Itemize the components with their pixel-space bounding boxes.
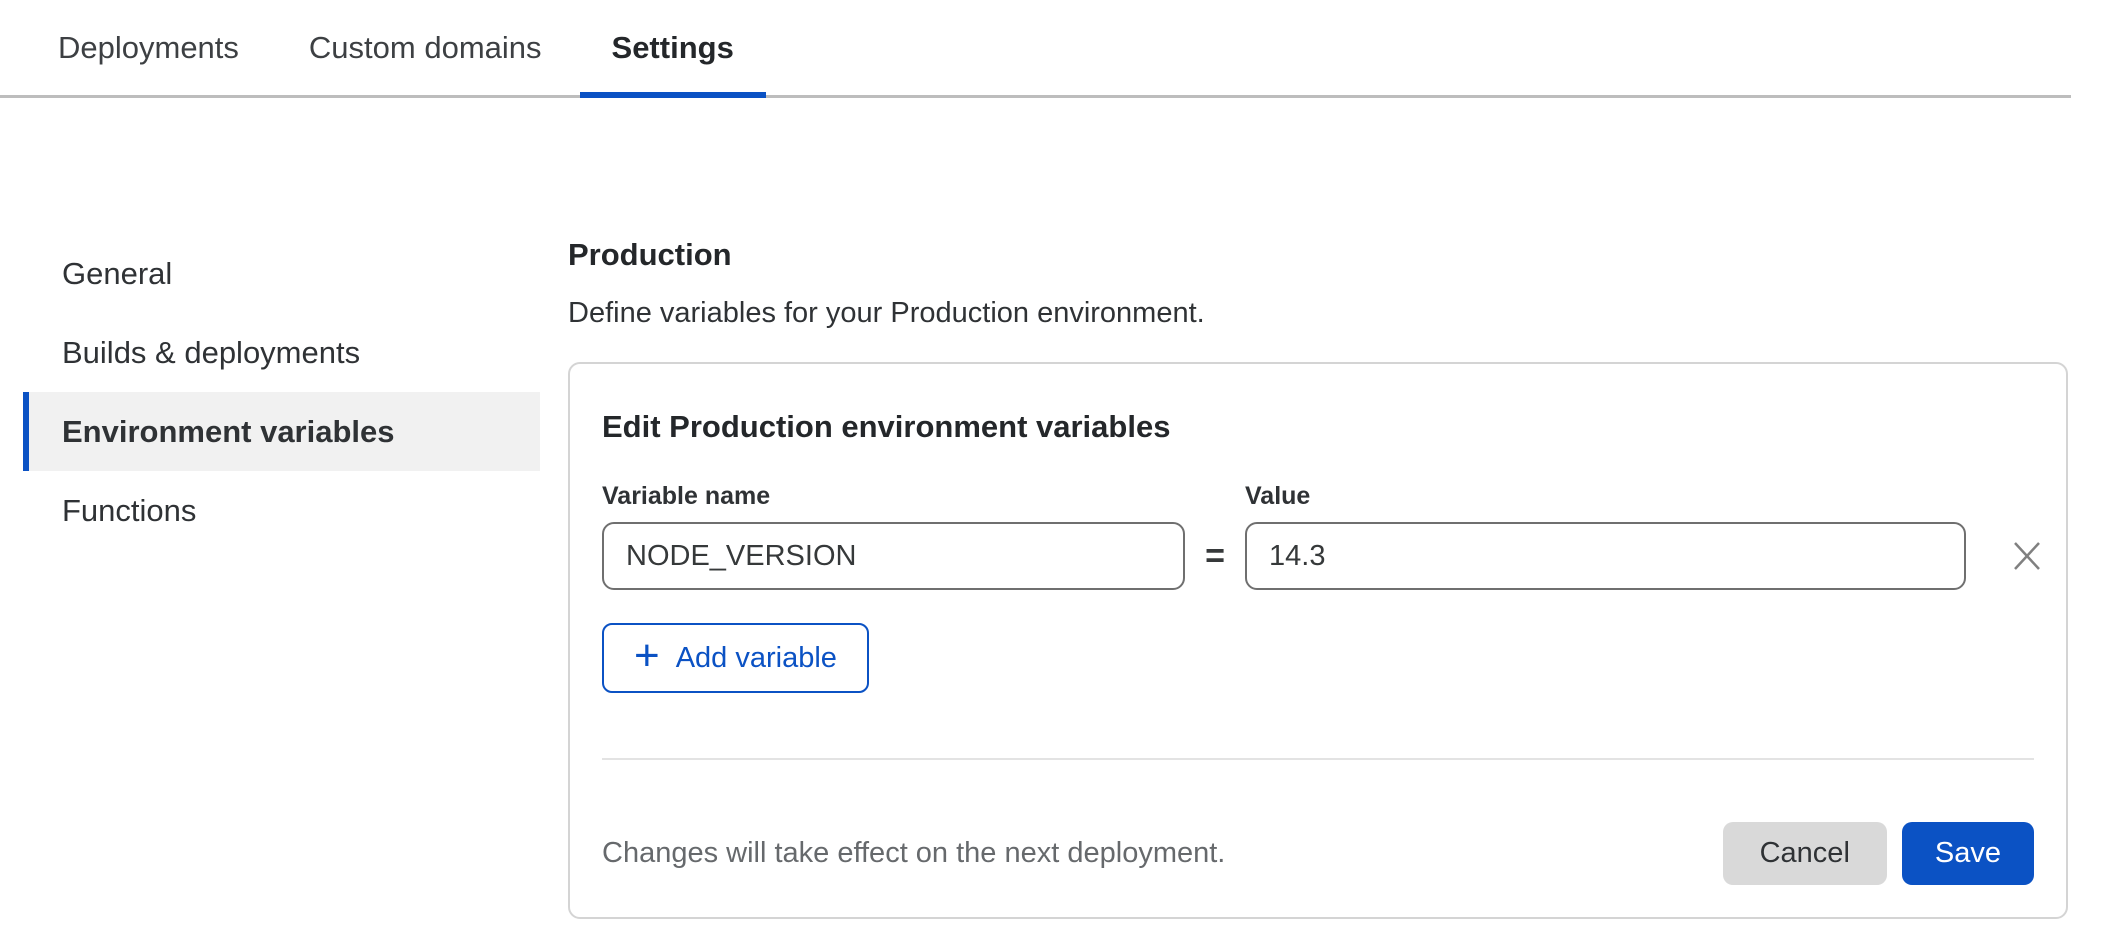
variable-value-field: Value	[1245, 481, 1966, 590]
variable-value-label: Value	[1245, 481, 1966, 511]
tab-custom-domains[interactable]: Custom domains	[277, 0, 574, 95]
remove-variable-button[interactable]	[2010, 539, 2044, 573]
variable-row: Variable name = Value	[602, 481, 2034, 590]
add-variable-button[interactable]: + Add variable	[602, 623, 869, 693]
card-divider	[602, 758, 2034, 760]
variable-name-input[interactable]	[602, 522, 1185, 590]
x-icon	[2010, 539, 2044, 573]
variable-name-field: Variable name	[602, 481, 1185, 590]
cancel-button[interactable]: Cancel	[1723, 822, 1887, 885]
save-button[interactable]: Save	[1902, 822, 2034, 885]
environment-variables-card: Edit Production environment variables Va…	[568, 362, 2068, 919]
sidebar-item-environment-variables[interactable]: Environment variables	[23, 392, 540, 471]
variable-name-label: Variable name	[602, 481, 1185, 511]
card-heading: Edit Production environment variables	[602, 408, 2034, 446]
sidebar-item-builds-deployments[interactable]: Builds & deployments	[23, 313, 540, 392]
footer-note: Changes will take effect on the next dep…	[602, 837, 1225, 870]
add-variable-label: Add variable	[676, 642, 837, 675]
page-description: Define variables for your Production env…	[568, 293, 2070, 333]
main-panel: Production Define variables for your Pro…	[568, 98, 2070, 919]
footer-actions: Cancel Save	[1723, 822, 2034, 885]
sidebar-item-general[interactable]: General	[23, 234, 540, 313]
variable-value-input[interactable]	[1245, 522, 1966, 590]
equals-sign: =	[1185, 522, 1245, 590]
settings-sidebar: General Builds & deployments Environment…	[23, 234, 540, 919]
card-footer: Changes will take effect on the next dep…	[602, 822, 2034, 885]
tab-deployments[interactable]: Deployments	[26, 0, 271, 95]
tab-settings[interactable]: Settings	[580, 0, 766, 95]
sidebar-item-functions[interactable]: Functions	[23, 471, 540, 550]
page-title: Production	[568, 235, 2070, 275]
plus-icon: +	[634, 634, 660, 678]
tab-bar: Deployments Custom domains Settings	[0, 0, 2071, 98]
content-area: General Builds & deployments Environment…	[0, 98, 2121, 919]
